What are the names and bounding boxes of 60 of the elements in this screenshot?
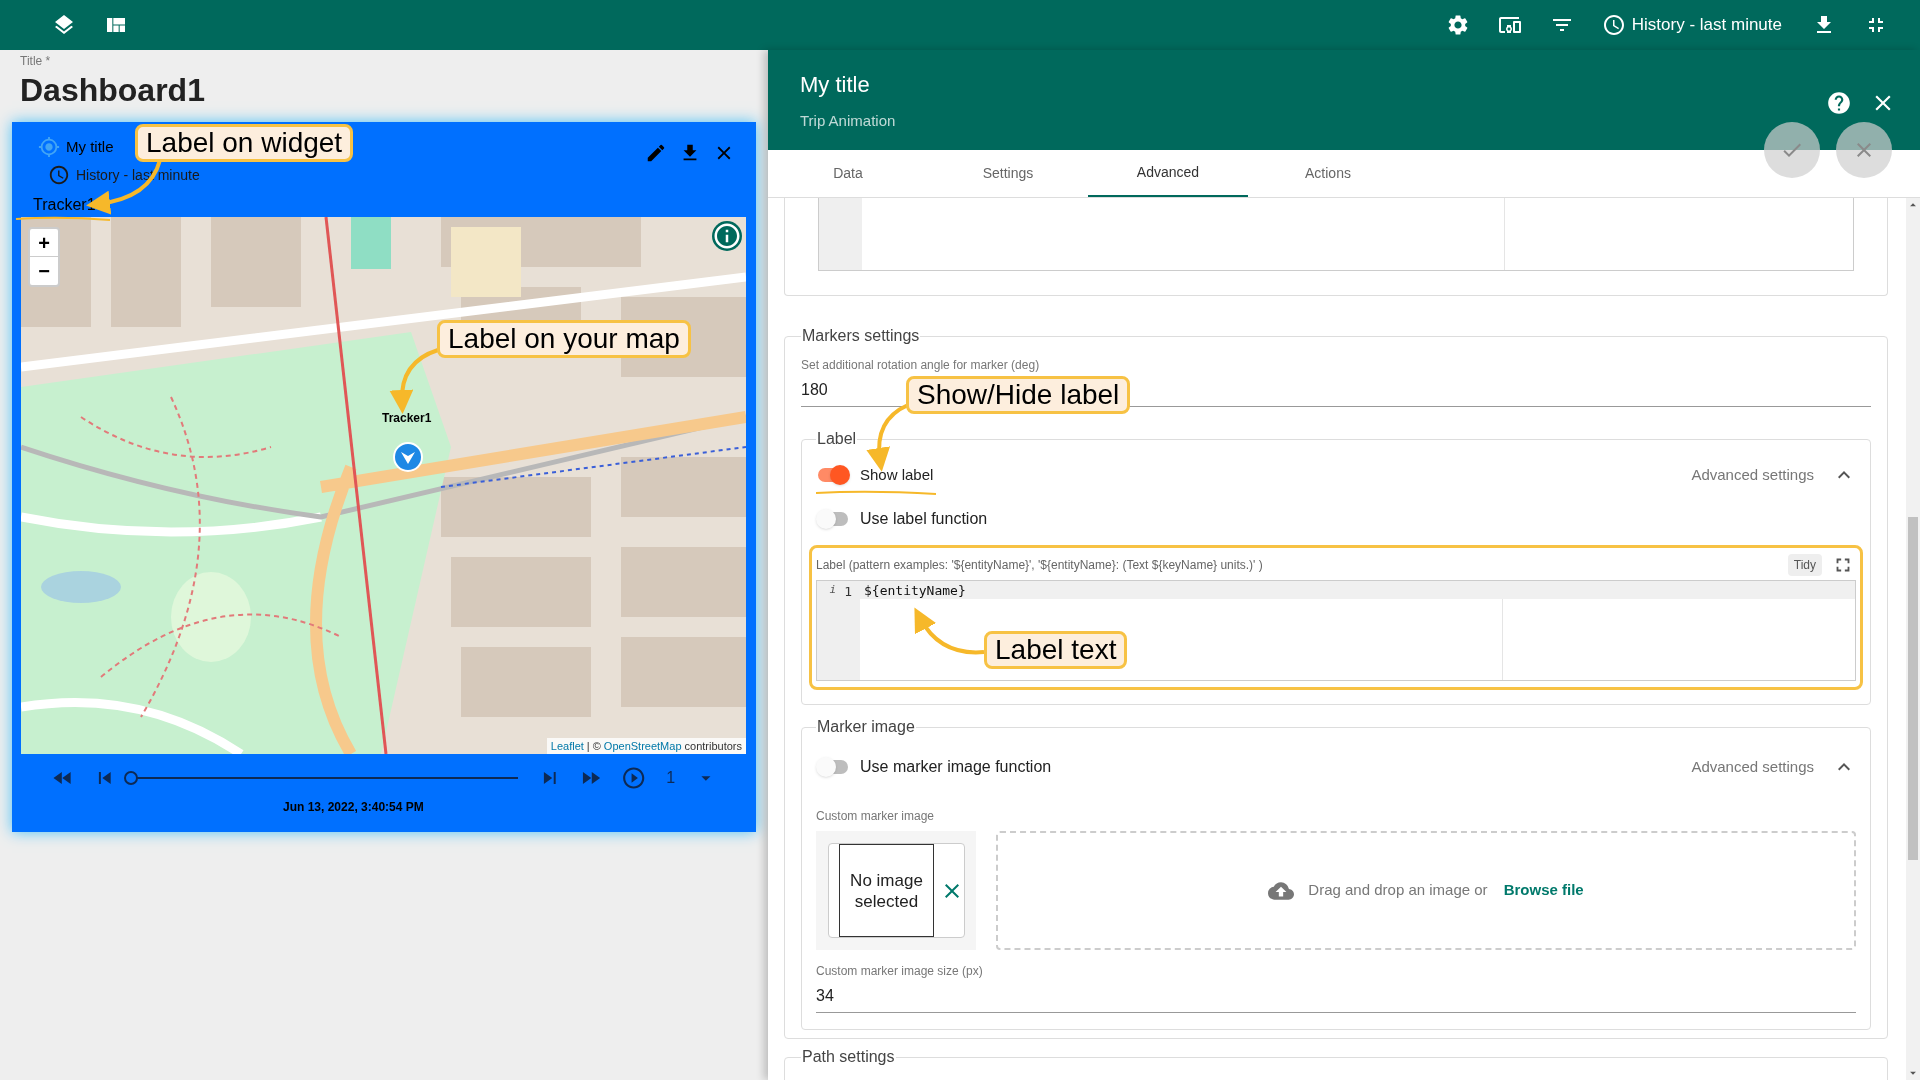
tab[interactable]: Advanced	[1088, 150, 1248, 197]
line-number: 1	[844, 583, 852, 601]
panel-title: My title	[800, 71, 871, 99]
advanced-settings-link[interactable]: Advanced settings	[1691, 755, 1814, 779]
field-label: Title *	[20, 53, 52, 70]
drop-text: Drag and drop an image or	[1308, 880, 1488, 901]
widget-title: My title	[66, 137, 114, 157]
map-pin-icon	[393, 442, 423, 474]
tidy-button[interactable]: Tidy	[1787, 554, 1822, 576]
crosshair-icon	[38, 136, 60, 159]
panel-subtitle: Trip Animation	[800, 111, 896, 131]
attribution-link[interactable]: Leaflet	[550, 737, 584, 754]
apply-button[interactable]	[1764, 122, 1820, 178]
field-label: Label (pattern examples: '${entityName}', '${entityName}: (Text ${keyName} units.)' )	[816, 557, 1263, 574]
play-icon[interactable]	[620, 764, 647, 792]
toggle-switch[interactable]	[816, 509, 850, 529]
callout-arrow	[389, 348, 439, 414]
clock-icon	[48, 164, 70, 186]
help-icon[interactable]	[1826, 90, 1852, 116]
section-legend: Marker image	[816, 715, 916, 739]
callout-label: Show/Hide label	[906, 376, 1131, 414]
clock-icon	[1601, 13, 1626, 37]
toggle-label: Use marker image function	[860, 757, 1052, 777]
callout-label: Label on widget	[135, 124, 354, 162]
marker-label: Tracker1	[382, 410, 432, 427]
advanced-settings-link[interactable]: Advanced settings	[1691, 463, 1814, 487]
player-time: Jun 13, 2022, 3:40:54 PM	[283, 799, 425, 816]
browse-link[interactable]: Browse file	[1503, 879, 1584, 902]
image-preview: No image selected	[839, 844, 934, 937]
gutter-mark: i	[829, 582, 837, 598]
attribution-text: contributors	[684, 738, 742, 754]
attribution-link[interactable]: OpenStreetMap	[603, 737, 682, 754]
tab[interactable]: Settings	[928, 150, 1088, 197]
section-legend: Label	[816, 427, 858, 451]
toggle-label: Show label	[860, 464, 934, 485]
size-field[interactable]: Custom marker image size (px) 34	[816, 962, 1856, 1013]
section-legend: Path settings	[801, 1045, 896, 1069]
discard-button[interactable]	[1836, 122, 1892, 178]
field-label: Custom marker image	[816, 808, 936, 825]
zoom-out-button[interactable]: −	[30, 257, 58, 285]
toggle-switch[interactable]	[816, 757, 850, 777]
attribution-text: | ©	[586, 738, 601, 754]
entity-label: Tracker1	[33, 195, 96, 215]
tab[interactable]: Actions	[1248, 150, 1408, 197]
speed-value: 1	[666, 768, 676, 788]
dashboard-title: Dashboard1	[20, 71, 206, 110]
timewindow-button[interactable]: History - last minute	[1601, 12, 1782, 38]
callout-arrow	[914, 607, 985, 655]
callout-label: Label on your map	[437, 320, 691, 358]
edit-icon[interactable]	[645, 142, 667, 164]
section-legend: Markers settings	[801, 324, 921, 348]
toggle-label: Use label function	[860, 509, 988, 529]
zoom-in-button[interactable]: +	[30, 229, 58, 257]
callout-label: Label text	[984, 631, 1128, 669]
tab[interactable]: Data	[768, 150, 928, 197]
timeline-slider[interactable]	[126, 770, 518, 786]
drop-zone[interactable]: Drag and drop an image or Browse file	[996, 831, 1856, 950]
toggle-switch[interactable]	[816, 465, 850, 485]
code-line: ${entityName}	[863, 582, 966, 599]
scrollbar[interactable]	[1906, 198, 1920, 1080]
